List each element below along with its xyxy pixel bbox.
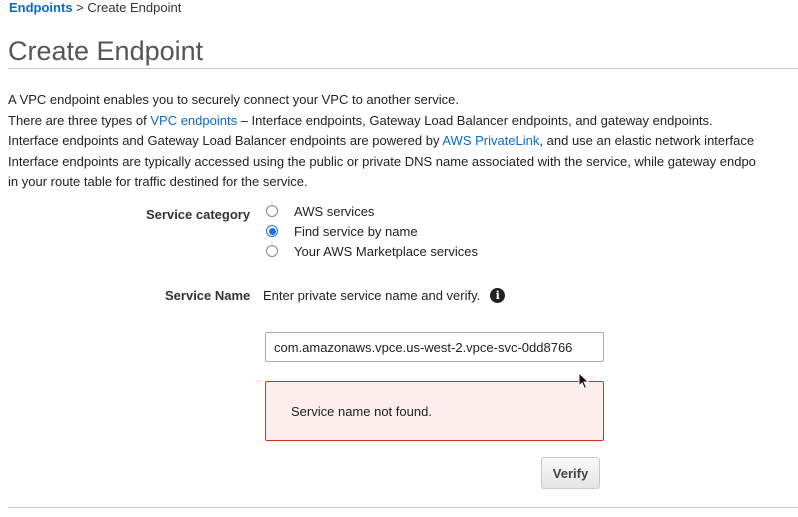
intro-line-2-text: There are three types of [8, 112, 151, 128]
service-name-error-alert: Service name not found. [265, 381, 604, 441]
radio-marketplace-services[interactable] [266, 245, 278, 257]
intro-line-3-rest: , and use an elastic network interface [539, 133, 755, 148]
title-divider [8, 68, 798, 69]
radio-find-service-by-name[interactable] [266, 225, 278, 237]
intro-line-5: in your route table for traffic destined… [8, 174, 308, 189]
service-name-label: Service Name [165, 288, 251, 303]
breadcrumb: Endpoints > Create Endpoint [9, 0, 181, 16]
vpc-endpoints-link[interactable]: VPC endpoints [150, 113, 237, 128]
intro-line-1: A VPC endpoint enables you to securely c… [8, 92, 459, 107]
radio-aws-services[interactable] [266, 205, 278, 217]
mouse-cursor-icon [578, 372, 590, 390]
radio-find-service-by-name-label: Find service by name [294, 223, 418, 239]
intro-line-3: Interface endpoints and Gateway Load Bal… [8, 131, 798, 152]
radio-option-aws-services[interactable]: AWS services [266, 201, 478, 221]
radio-aws-services-label: AWS services [294, 203, 375, 219]
bottom-divider [8, 507, 798, 508]
create-endpoint-page: Endpoints > Create Endpoint Create Endpo… [0, 0, 798, 517]
radio-marketplace-services-label: Your AWS Marketplace services [294, 243, 478, 259]
breadcrumb-current: Create Endpoint [87, 0, 182, 15]
intro-line-2: There are three types of VPC endpoints –… [8, 111, 798, 132]
radio-option-find-service-by-name[interactable]: Find service by name [266, 221, 478, 241]
radio-option-marketplace-services[interactable]: Your AWS Marketplace services [266, 241, 478, 261]
info-icon[interactable]: i [490, 288, 506, 303]
verify-button[interactable]: Verify [541, 457, 600, 489]
intro-line-3-text: Interface endpoints and Gateway Load Bal… [8, 133, 443, 148]
service-name-help: Enter private service name and verify. i [263, 288, 506, 303]
breadcrumb-endpoints-link[interactable]: Endpoints [9, 0, 73, 15]
intro-text: A VPC endpoint enables you to securely c… [8, 90, 798, 193]
aws-privatelink-link[interactable]: AWS PrivateLink [442, 133, 539, 148]
breadcrumb-separator: > [72, 0, 88, 15]
intro-line-2-rest: – Interface endpoints, Gateway Load Bala… [237, 112, 713, 128]
intro-line-4: Interface endpoints are typically access… [8, 153, 756, 169]
service-name-input[interactable] [265, 332, 604, 362]
error-message: Service name not found. [291, 404, 432, 419]
service-name-help-text: Enter private service name and verify. [263, 288, 481, 303]
page-title: Create Endpoint [8, 36, 204, 66]
service-category-radio-group: AWS services Find service by name Your A… [266, 201, 478, 261]
service-category-label: Service category [146, 207, 251, 222]
